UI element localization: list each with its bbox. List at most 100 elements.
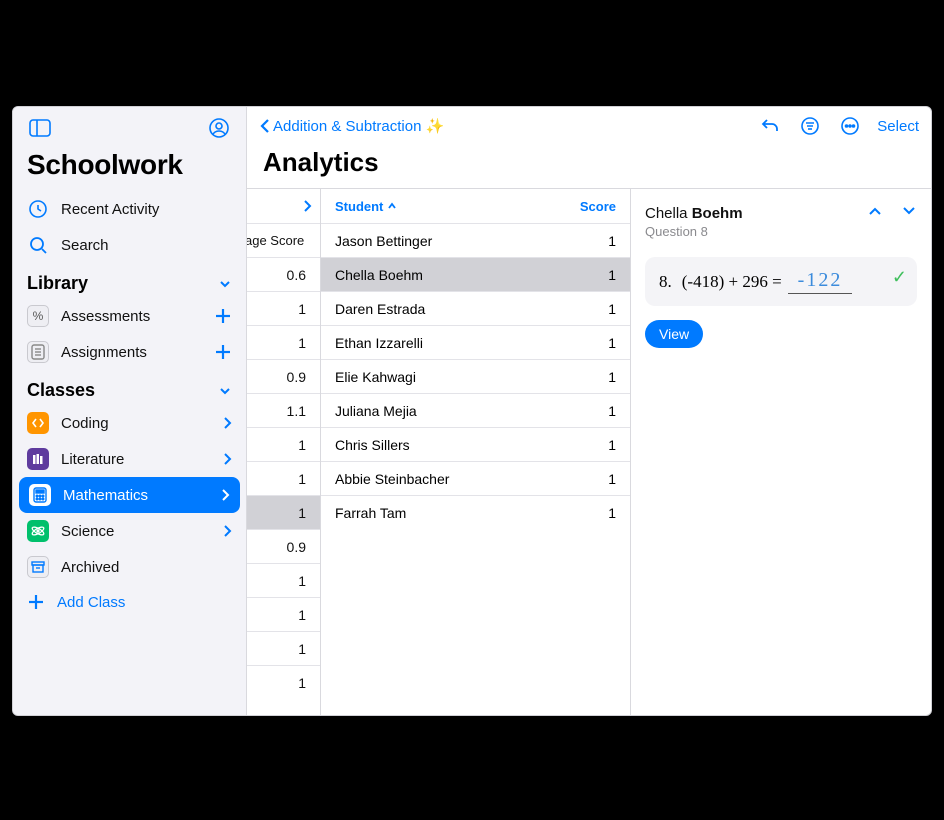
student-score: 1 [608,505,616,521]
percent-icon: % [27,305,49,327]
student-row[interactable]: Chella Boehm 1 [321,257,630,291]
calculator-icon [29,484,51,506]
summary-row[interactable]: 1 [247,631,320,665]
summary-row[interactable]: 1 [247,495,320,529]
problem-text: (-418) + 296 = [682,272,782,292]
summary-row[interactable]: 1 [247,665,320,699]
student-row[interactable]: Farrah Tam1 [321,495,630,529]
student-row[interactable]: Juliana Mejia 1 [321,393,630,427]
section-label: Classes [27,380,95,401]
more-icon[interactable] [837,113,863,139]
summary-row[interactable]: 1 [247,461,320,495]
student-name: Chris Sillers [335,437,410,453]
detail-column: Chella Boehm Question 8 8. [631,189,931,715]
summary-row[interactable]: 1 [247,291,320,325]
student-score: 1 [608,233,616,249]
sidebar-item-label: Mathematics [63,487,148,504]
student-score: 1 [608,471,616,487]
student-score: 1 [608,267,616,283]
student-row[interactable]: Abbie Steinbacher 1 [321,461,630,495]
summary-row[interactable]: 1 [247,597,320,631]
account-icon[interactable] [206,115,232,141]
prev-question-button[interactable] [867,205,883,217]
section-label: Library [27,273,88,294]
student-name: Juliana Mejia [335,403,417,419]
sidebar-recent-activity[interactable]: Recent Activity [13,191,246,227]
add-class-button[interactable]: Add Class [13,585,246,619]
sidebar-section-library[interactable]: Library [13,263,246,298]
sidebar-class-coding[interactable]: Coding [13,405,246,441]
student-row[interactable]: Jason Bettinger1 [321,223,630,257]
view-button[interactable]: View [645,320,703,348]
students-column: Student Score Jason Bettinger1Chella Boe… [321,189,631,715]
student-name: Daren Estrada [335,301,425,317]
student-score: 1 [608,301,616,317]
sidebar-section-classes[interactable]: Classes [13,370,246,405]
sidebar-search[interactable]: Search [13,227,246,263]
student-score: 1 [608,369,616,385]
next-question-button[interactable] [901,205,917,217]
sidebar-class-literature[interactable]: Literature [13,441,246,477]
archive-icon [27,556,49,578]
plus-icon [27,593,45,611]
student-score: 1 [608,403,616,419]
chevron-down-icon [218,277,232,291]
student-name: Chella Boehm [335,267,423,283]
sidebar-assignments[interactable]: Assignments [13,334,246,370]
clock-icon [27,198,49,220]
sidebar-item-label: Recent Activity [61,201,159,218]
sidebar-item-label: Search [61,237,109,254]
sidebar-assessments[interactable]: % Assessments [13,298,246,334]
books-icon [27,448,49,470]
select-button[interactable]: Select [877,118,919,135]
student-name: Ethan Izzarelli [335,335,423,351]
summary-column: age Score 0.6110.91.11110.91111 [247,189,321,715]
back-label: Addition & Subtraction ✨ [273,117,444,135]
student-row[interactable]: Ethan Izzarelli 1 [321,325,630,359]
student-row[interactable]: Elie Kahwagi 1 [321,359,630,393]
plus-icon[interactable] [214,307,232,325]
summary-row[interactable]: 1 [247,427,320,461]
app-window: Schoolwork Recent Activity Search Librar… [12,106,932,716]
sidebar-item-label: Archived [61,559,119,576]
app-title: Schoolwork [13,145,246,191]
chevron-right-icon [222,524,232,538]
student-score: 1 [608,335,616,351]
student-row[interactable]: Chris Sillers1 [321,427,630,461]
sidebar-toggle-icon[interactable] [27,115,53,141]
sidebar-item-label: Literature [61,451,124,468]
problem-index: 8. [659,272,672,292]
sidebar-item-label: Science [61,523,114,540]
correct-check-icon: ✓ [892,267,907,288]
code-icon [27,412,49,434]
summary-row[interactable]: 0.6 [247,257,320,291]
chevron-right-icon [222,452,232,466]
sidebar-class-science[interactable]: Science [13,513,246,549]
chevron-down-icon [218,384,232,398]
summary-row[interactable]: 1 [247,563,320,597]
answer-card: 8. (-418) + 296 = -122 ✓ [645,257,917,306]
student-name: Elie Kahwagi [335,369,416,385]
undo-icon[interactable] [757,113,783,139]
summary-row[interactable]: 1 [247,325,320,359]
detail-question-label: Question 8 [645,224,743,239]
student-row[interactable]: Daren Estrada 1 [321,291,630,325]
summary-row[interactable]: 0.9 [247,359,320,393]
add-class-label: Add Class [57,594,125,611]
student-answer: -122 [788,269,853,294]
summary-row[interactable]: 1.1 [247,393,320,427]
sidebar-archived[interactable]: Archived [13,549,246,585]
summary-header[interactable] [247,189,320,223]
plus-icon[interactable] [214,343,232,361]
detail-student-name: Chella Boehm [645,205,743,222]
score-sort-button[interactable]: Score [580,199,616,214]
summary-row[interactable]: 0.9 [247,529,320,563]
chevron-right-icon [302,199,312,213]
main-panel: Addition & Subtraction ✨ Select Analytic… [247,107,931,715]
sidebar-item-label: Assessments [61,308,150,325]
student-sort-button[interactable]: Student [335,199,397,214]
filter-icon[interactable] [797,113,823,139]
sidebar-class-mathematics[interactable]: Mathematics [19,477,240,513]
student-name: Abbie Steinbacher [335,471,449,487]
back-button[interactable]: Addition & Subtraction ✨ [259,117,444,135]
